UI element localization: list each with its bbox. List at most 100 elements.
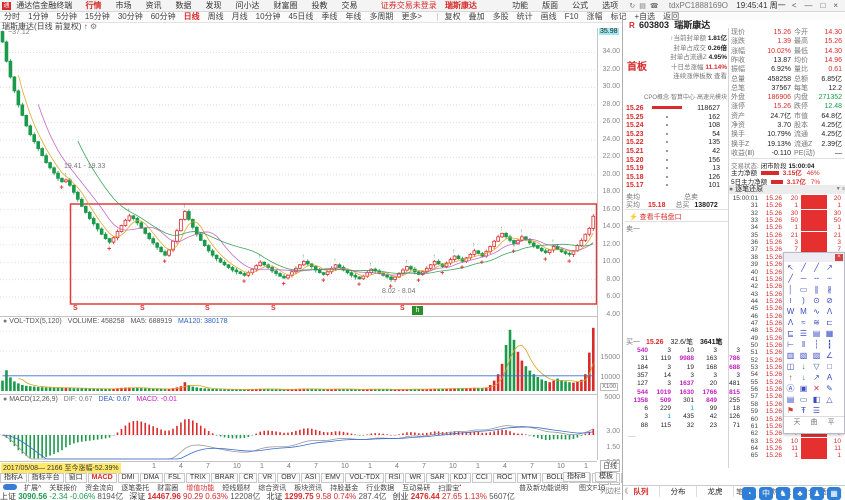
drawing-tool-icon[interactable]: ▦: [823, 328, 836, 339]
drawing-tool-icon[interactable]: Ŧ: [797, 405, 810, 416]
menu-item-数据[interactable]: 数据: [168, 0, 198, 11]
drawing-tool-icon[interactable]: ╱: [797, 262, 810, 273]
drawing-tool-icon[interactable]: ↓: [797, 361, 810, 372]
indicator-tab-指标平台[interactable]: 指标平台: [27, 473, 64, 483]
drawing-tool-icon[interactable]: ▽: [810, 361, 823, 372]
window-control-minimize-icon[interactable]: —: [805, 1, 813, 10]
drawing-tool-icon[interactable]: ╌: [810, 273, 823, 284]
index-quote-北证[interactable]: 北证 1299.75 9.58 0.74% 287.4亿: [266, 492, 386, 500]
indicator-tab-CR[interactable]: CR: [239, 473, 258, 483]
drawing-tool-icon[interactable]: ↗: [810, 372, 823, 383]
dock-icon-1[interactable]: 中: [759, 487, 773, 500]
indicator-tab-模板[interactable]: 模板: [595, 472, 617, 482]
indicator-tab-BRAR[interactable]: BRAR: [210, 473, 239, 483]
menu-item-版面[interactable]: 版面: [535, 0, 565, 11]
period-tab-月线[interactable]: 月线: [228, 12, 252, 22]
indicator-tab-TRIX[interactable]: TRIX: [185, 473, 210, 483]
period-tab-45日线[interactable]: 45日线: [285, 12, 318, 22]
ladder-row[interactable]: 15.18 126: [626, 174, 726, 182]
period-tab-周线[interactable]: 周线: [204, 12, 228, 22]
macd-chart[interactable]: [0, 394, 597, 461]
ladder-row[interactable]: 15.23 54: [626, 131, 726, 139]
top-icon-2[interactable]: ☎: [650, 3, 659, 10]
tool-多股[interactable]: 多股: [489, 12, 513, 22]
indicator-tab-KDJ[interactable]: KDJ: [449, 473, 471, 483]
sidebar-collapse-toggle[interactable]: 列边栏《: [600, 486, 628, 496]
palette-footer-item[interactable]: 天: [789, 417, 806, 427]
period-box[interactable]: 日线: [600, 460, 620, 472]
indicator-dot-icon[interactable]: ●: [3, 318, 7, 325]
index-quote-创业[interactable]: 创业 2476.44 27.65 1.13% 5607亿: [393, 492, 515, 500]
drawing-tool-icon[interactable]: ✕: [810, 383, 823, 394]
tool-统计[interactable]: 统计: [513, 12, 537, 22]
drawing-tool-icon[interactable]: ⊢: [784, 339, 797, 350]
drawing-tool-icon[interactable]: ≈: [797, 317, 810, 328]
drawing-tool-icon[interactable]: ┇: [823, 339, 836, 350]
drawing-tool-icon[interactable]: ▥: [784, 350, 797, 361]
drawing-tool-icon[interactable]: ⊑: [784, 328, 797, 339]
drawing-tool-icon[interactable]: Λ: [784, 317, 797, 328]
ladder-row[interactable]: 15.17 101: [626, 182, 726, 190]
period-tab-更多>[interactable]: 更多>: [397, 12, 426, 22]
drawing-tool-icon[interactable]: Ⓐ: [784, 383, 797, 394]
indicator-tab-CCI[interactable]: CCI: [471, 473, 492, 483]
close-icon[interactable]: ×: [835, 254, 843, 261]
drawing-tool-icon[interactable]: ◫: [784, 361, 797, 372]
drawing-tool-icon[interactable]: ⊘: [823, 295, 836, 306]
drawing-tool-icon[interactable]: ▤: [810, 328, 823, 339]
menu-item-功能[interactable]: 功能: [505, 0, 535, 11]
indicator-tab-DMA[interactable]: DMA: [139, 473, 164, 483]
drawing-tool-icon[interactable]: ✎: [823, 383, 836, 394]
menu-item-交易[interactable]: 交易: [334, 0, 364, 11]
fb-value[interactable]: 查看: [714, 73, 727, 80]
drawing-tool-icon[interactable]: ╱: [784, 273, 797, 284]
menu-item-投教[interactable]: 投教: [304, 0, 334, 11]
top-icon-0[interactable]: ↻: [629, 3, 635, 10]
period-tab-年线[interactable]: 年线: [341, 12, 365, 22]
menu-item-选项[interactable]: 选项: [595, 0, 625, 11]
drawing-tool-icon[interactable]: ┄: [823, 273, 836, 284]
palette-footer-item[interactable]: 平: [823, 417, 840, 427]
drawing-tool-icon[interactable]: ⚑: [784, 405, 797, 416]
indicator-tab-FSL[interactable]: FSL: [164, 473, 185, 483]
drawing-tool-icon[interactable]: Λ: [823, 306, 836, 317]
indicator-tab-DMI[interactable]: DMI: [117, 473, 139, 483]
ladder-row[interactable]: 15.20 156: [626, 157, 726, 165]
period-tab-10分钟[interactable]: 10分钟: [252, 12, 285, 22]
period-tab-多周期[interactable]: 多周期: [365, 12, 397, 22]
queue-more[interactable]: ....: [628, 432, 636, 439]
panel-tab-队列[interactable]: 队列: [623, 486, 660, 497]
dock-icon-4[interactable]: ♟: [810, 487, 824, 500]
indicator-tab-指标A[interactable]: 指标A: [0, 473, 27, 483]
login-notice[interactable]: 证券交易未登录: [381, 1, 437, 10]
drawing-tool-icon[interactable]: □: [823, 361, 836, 372]
drawing-tool-icon[interactable]: ↗: [823, 262, 836, 273]
drawing-tool-icon[interactable]: ⊙: [810, 295, 823, 306]
drawing-tool-icon[interactable]: ↓: [797, 372, 810, 383]
drawing-tool-icon[interactable]: ▤: [784, 394, 797, 405]
indicator-tab-MACD[interactable]: MACD: [87, 473, 117, 483]
drawing-tool-icon[interactable]: ↖: [784, 262, 797, 273]
indicator-tab-指标B[interactable]: 指标B: [563, 472, 590, 482]
index-quote-深证[interactable]: 深证 14467.96 90.29 0.63% 12208亿: [129, 492, 260, 500]
period-tab-15分钟[interactable]: 15分钟: [81, 12, 114, 22]
volume-chart[interactable]: [0, 316, 597, 395]
drawing-tool-icon[interactable]: ⊏: [823, 317, 836, 328]
ladder-row[interactable]: 15.22 135: [626, 139, 726, 147]
drawing-tool-icon[interactable]: ☰: [810, 405, 823, 416]
drawing-tool-icon[interactable]: ∥: [810, 284, 823, 295]
tick-title[interactable]: 逐笔还原: [735, 186, 763, 193]
period-tab-5分钟[interactable]: 5分钟: [52, 12, 80, 22]
ladder-row[interactable]: 15.26 118627: [626, 105, 726, 113]
drawing-tool-icon[interactable]: ▨: [810, 350, 823, 361]
period-tab-分时[interactable]: 分时: [0, 12, 24, 22]
drawing-tool-icon[interactable]: ▣: [797, 383, 810, 394]
ladder-row[interactable]: 15.24 108: [626, 122, 726, 130]
index-quote-上证[interactable]: 上证 3090.56 -2.34 -0.06% 8194亿: [0, 492, 123, 500]
dock-icon-0[interactable]: ◔: [742, 487, 756, 500]
drawing-tool-icon[interactable]: ─: [797, 273, 810, 284]
drawing-tool-icon[interactable]: │: [784, 284, 797, 295]
palette-titlebar[interactable]: ×: [784, 253, 844, 262]
drawing-tool-icon[interactable]: ‖: [797, 339, 810, 350]
window-control-close-icon[interactable]: ×: [833, 1, 838, 10]
